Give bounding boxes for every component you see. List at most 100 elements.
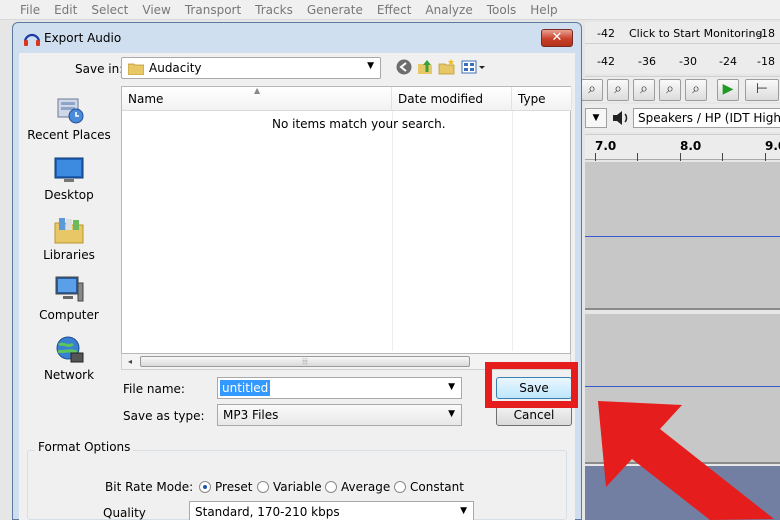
zoom-in-icon[interactable]: ⌕	[581, 79, 603, 101]
place-network[interactable]: Network	[19, 335, 119, 382]
column-header-type[interactable]: Type	[512, 87, 572, 111]
place-label: Desktop	[44, 188, 94, 202]
bit-rate-mode-label: Bit Rate Mode:	[105, 480, 194, 494]
recording-meter[interactable]: -42 Click to Start Monitoring -18	[585, 22, 780, 44]
chevron-down-icon[interactable]: ▼	[448, 382, 455, 392]
ruler-tick	[722, 153, 723, 161]
new-folder-icon[interactable]	[438, 58, 456, 76]
quality-label: Quality	[103, 506, 146, 520]
chevron-down-icon: ▼	[448, 409, 455, 419]
column-label: Type	[518, 92, 546, 106]
menu-tracks[interactable]: Tracks	[255, 3, 293, 17]
desktop-icon	[54, 157, 84, 182]
places-bar: Recent Places Desktop Libraries Computer…	[19, 87, 119, 387]
menu-select[interactable]: Select	[91, 3, 128, 17]
radio-constant-label[interactable]: Constant	[410, 480, 464, 494]
quality-select[interactable]: Standard, 170-210 kbps ▼	[189, 501, 474, 520]
radio-variable-label[interactable]: Variable	[273, 480, 322, 494]
place-desktop[interactable]: Desktop	[19, 155, 119, 202]
play-at-speed-slider[interactable]: ⊢	[745, 79, 779, 101]
place-computer[interactable]: Computer	[19, 275, 119, 322]
monitoring-prompt[interactable]: Click to Start Monitoring	[629, 27, 762, 40]
zoom-toggle-icon[interactable]: ⌕	[685, 79, 707, 101]
radio-average-label[interactable]: Average	[341, 480, 390, 494]
radio-average[interactable]	[325, 481, 337, 493]
menu-help[interactable]: Help	[530, 3, 557, 17]
save-in-label: Save in:	[75, 62, 124, 76]
waveform	[585, 386, 780, 387]
menu-tools[interactable]: Tools	[487, 3, 517, 17]
ruler-tick	[680, 153, 681, 161]
radio-variable[interactable]	[257, 481, 269, 493]
place-libraries[interactable]: Libraries	[19, 215, 119, 262]
radio-preset-label[interactable]: Preset	[215, 480, 252, 494]
play-icon[interactable]: ▶	[717, 79, 739, 101]
export-audio-dialog: Export Audio ✕ Save in: Audacity ▼ Recen…	[12, 22, 582, 520]
place-label: Recent Places	[27, 128, 111, 142]
back-icon[interactable]	[395, 58, 413, 76]
up-folder-icon[interactable]	[416, 58, 434, 76]
folder-icon	[128, 63, 144, 75]
save-as-type-value: MP3 Files	[223, 408, 279, 422]
dialog-titlebar[interactable]: Export Audio ✕	[13, 23, 581, 53]
radio-constant[interactable]	[394, 481, 406, 493]
file-name-label: File name:	[123, 382, 185, 396]
column-divider	[512, 111, 513, 351]
host-dropdown[interactable]: ▼	[585, 108, 607, 128]
ruler-tick	[637, 153, 638, 161]
timeline-ruler[interactable]: 7.0 8.0 9.0	[585, 134, 780, 161]
column-header-date-modified[interactable]: Date modified	[392, 87, 512, 111]
meter-tick: -24	[719, 55, 737, 68]
menu-generate[interactable]: Generate	[307, 3, 363, 17]
playback-meter[interactable]: -42 -36 -30 -24 -18	[585, 44, 780, 74]
file-list[interactable]: Name ▲ Date modified Type No items match…	[121, 86, 572, 354]
save-in-value: Audacity	[149, 61, 202, 75]
place-label: Libraries	[43, 248, 95, 262]
menu-edit[interactable]: Edit	[54, 3, 77, 17]
dialog-title: Export Audio	[44, 31, 122, 45]
headphones-icon	[23, 33, 41, 46]
column-label: Name	[128, 92, 164, 106]
place-label: Network	[43, 368, 95, 382]
file-name-value: untitled	[220, 380, 271, 396]
meter-tick: -18	[757, 27, 775, 40]
libraries-icon	[54, 218, 84, 244]
close-button[interactable]: ✕	[541, 29, 573, 47]
save-in-dropdown[interactable]: Audacity ▼	[121, 57, 381, 79]
zoom-out-icon[interactable]: ⌕	[607, 79, 629, 101]
scrollbar-thumb[interactable]: ⦙⦙⦙	[140, 356, 470, 367]
fit-selection-icon[interactable]: ⌕	[633, 79, 655, 101]
save-button-highlight	[485, 362, 578, 408]
computer-icon	[55, 276, 84, 302]
menu-view[interactable]: View	[142, 3, 170, 17]
output-device-select[interactable]: Speakers / HP (IDT High De	[633, 108, 780, 128]
meter-tick: -42	[597, 55, 615, 68]
menu-transport[interactable]: Transport	[185, 3, 241, 17]
place-recent-places[interactable]: Recent Places	[19, 95, 119, 142]
speaker-icon	[613, 111, 628, 125]
ruler-label: 9.0	[765, 139, 780, 153]
save-as-type-select[interactable]: MP3 Files ▼	[217, 404, 462, 426]
meter-tick: -36	[638, 55, 656, 68]
menu-analyze[interactable]: Analyze	[425, 3, 472, 17]
device-toolbar: ▼ Speakers / HP (IDT High De	[585, 104, 780, 132]
network-icon	[56, 336, 84, 363]
scroll-left-icon[interactable]: ◂	[122, 354, 138, 369]
audio-track-left[interactable]	[585, 162, 780, 310]
edit-toolbar: ⌕ ⌕ ⌕ ⌕ ⌕ ▶ ⊢	[581, 76, 780, 102]
chevron-down-icon: ▼	[460, 506, 467, 516]
radio-preset[interactable]	[199, 481, 211, 493]
recent-places-icon	[57, 98, 84, 124]
ruler-tick	[595, 153, 596, 161]
view-menu-icon[interactable]	[461, 58, 487, 76]
column-divider	[392, 111, 393, 351]
meter-tick: -42	[597, 27, 615, 40]
column-header-name[interactable]: Name ▲	[122, 86, 392, 111]
sort-up-icon: ▲	[254, 86, 261, 95]
fit-project-icon[interactable]: ⌕	[659, 79, 681, 101]
chevron-down-icon: ▼	[367, 61, 374, 71]
menu-effect[interactable]: Effect	[377, 3, 412, 17]
menu-file[interactable]: File	[20, 3, 40, 17]
dialog-body: Save in: Audacity ▼ Recent Places Deskto…	[19, 53, 575, 520]
file-name-input[interactable]: untitled ▼	[217, 377, 462, 399]
